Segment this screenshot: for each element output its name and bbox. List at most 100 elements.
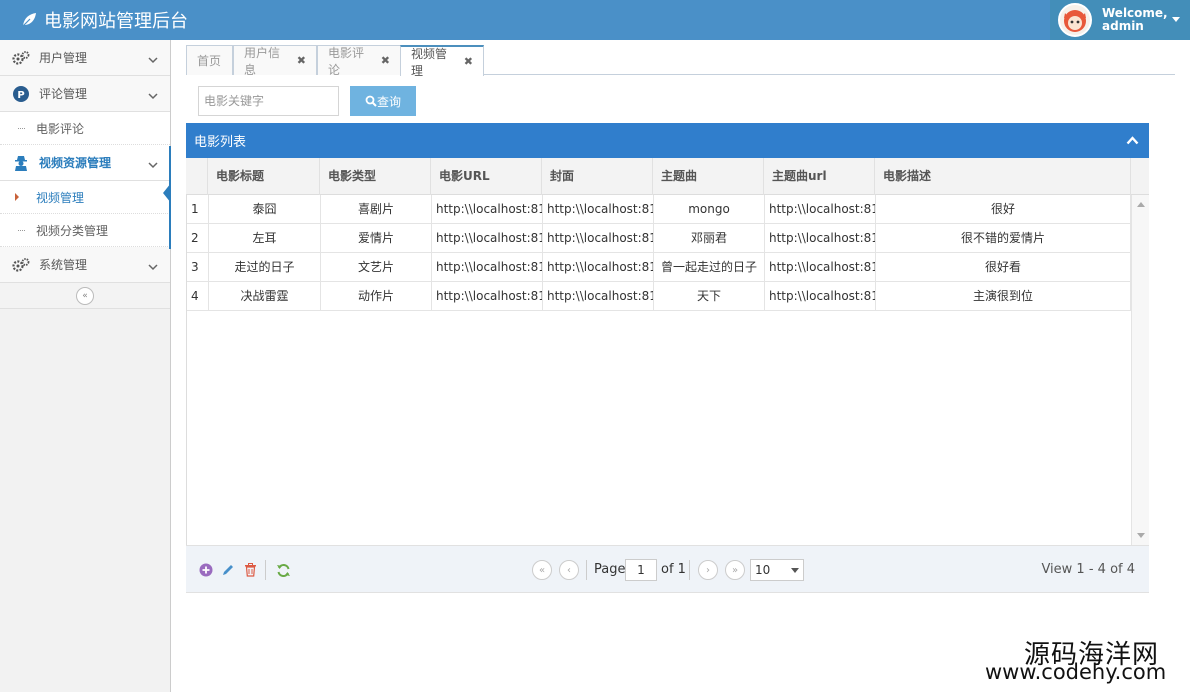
brand[interactable]: 电影网站管理后台 [20,0,188,40]
user-secret-icon [12,155,30,171]
prev-page-icon[interactable]: ‹ [559,560,579,580]
close-icon[interactable]: ✖ [297,54,306,67]
grid-header: 电影标题 电影类型 电影URL 封面 主题曲 主题曲url 电影描述 [186,158,1149,195]
scroll-down-icon[interactable] [1137,533,1145,538]
column-header[interactable]: 电影URL [431,158,542,195]
last-page-icon[interactable]: » [725,560,745,580]
sidebar-group-label: 用户管理 [39,51,88,65]
table-row[interactable]: 2 左耳 爱情片 http:\\localhost:8181 http:\\lo… [187,224,1131,253]
cell-type: 文艺片 [321,253,432,282]
close-icon[interactable]: ✖ [464,55,473,68]
column-header[interactable]: 电影描述 [875,158,1131,195]
cell-url: http:\\localhost:8181 [432,195,543,224]
cell-song-url: http:\\localhost:8181 [765,253,876,282]
column-header[interactable]: 电影类型 [320,158,431,195]
sidebar-item-video-category-management[interactable]: 视频分类管理 [0,214,170,247]
table-row[interactable]: 3 走过的日子 文艺片 http:\\localhost:8181 http:\… [187,253,1131,282]
tab-home[interactable]: 首页 [186,45,233,75]
row-number-header [186,158,208,195]
sidebar-item-label: 电影评论 [36,121,85,136]
cell-title: 泰囧 [209,195,321,224]
cell-song-url: http:\\localhost:8181 [765,224,876,253]
cell-description: 主演很到位 [876,282,1131,311]
refresh-icon[interactable] [275,562,291,578]
page-size-select[interactable]: 10 [750,559,804,581]
cell-url: http:\\localhost:8181 [432,224,543,253]
sidebar-group-system-management[interactable]: 系统管理 [0,247,170,283]
double-angle-left-icon[interactable]: « [76,286,94,305]
chevron-down-icon [148,158,158,172]
chevron-up-icon[interactable] [1126,134,1139,149]
watermark-url: www.codehy.com [985,660,1167,684]
user-menu[interactable]: Welcome, admin [1050,0,1190,40]
first-page-icon[interactable]: « [532,560,552,580]
sidebar-group-label: 视频资源管理 [39,156,112,170]
cell-song: 曾一起走过的日子 [654,253,765,282]
column-header[interactable]: 主题曲 [653,158,764,195]
row-number: 3 [187,253,209,282]
sidebar-item-video-management[interactable]: 视频管理 [0,181,170,214]
app-title: 电影网站管理后台 [44,11,188,32]
cell-description: 很不错的爱情片 [876,224,1131,253]
cell-description: 很好看 [876,253,1131,282]
search-input[interactable] [198,86,339,116]
cell-cover: http:\\localhost:8181 [543,195,654,224]
chevron-down-icon [148,89,158,103]
cell-title: 决战雷霆 [209,282,321,311]
tab-user-info[interactable]: 用户信息 ✖ [233,45,317,77]
cell-title: 左耳 [209,224,321,253]
add-icon[interactable] [198,562,214,578]
sidebar-group-video-resources[interactable]: 视频资源管理 [0,145,170,181]
scroll-up-icon[interactable] [1137,202,1145,207]
column-header[interactable]: 电影标题 [208,158,320,195]
p-circle-icon: P [12,85,30,102]
cell-url: http:\\localhost:8181 [432,253,543,282]
sidebar-collapse-row: « [0,283,170,309]
tab-video-management[interactable]: 视频管理 ✖ [400,45,484,78]
search-button[interactable]: 查询 [350,86,416,116]
next-page-icon[interactable]: › [698,560,718,580]
column-header[interactable]: 封面 [542,158,653,195]
vertical-scrollbar[interactable] [1131,195,1149,545]
sidebar-group-label: 评论管理 [39,87,88,101]
close-icon[interactable]: ✖ [381,54,390,67]
grid-title: 电影列表 [194,135,247,150]
cell-title: 走过的日子 [209,253,321,282]
grid-caption: 电影列表 [186,123,1149,158]
cell-description: 很好 [876,195,1131,224]
tab-bar: 首页 用户信息 ✖ 电影评论 ✖ 视频管理 ✖ [186,45,1175,78]
table-row[interactable]: 1 泰囧 喜剧片 http:\\localhost:8181 http:\\lo… [187,195,1131,224]
caret-down-icon[interactable] [1172,17,1180,22]
table-row[interactable]: 4 决战雷霆 动作片 http:\\localhost:8181 http:\\… [187,282,1131,311]
column-header[interactable]: 主题曲url [764,158,875,195]
page-label: Page [594,562,626,577]
tab-label: 电影评论 [328,45,365,77]
toolbar-divider [265,560,266,580]
page-total-label: of 1 [661,562,686,577]
page-size-value: 10 [755,563,771,577]
cell-song: 邓丽君 [654,224,765,253]
caret-down-icon [791,568,799,573]
pager-divider [586,560,587,580]
sidebar-group-comment-management[interactable]: P 评论管理 [0,76,170,112]
cell-song: 天下 [654,282,765,311]
page-number-input[interactable] [625,559,657,581]
tab-label: 首页 [197,54,222,68]
search-icon [365,95,377,107]
trash-icon[interactable] [242,562,258,578]
gears-icon [12,257,30,273]
search-button-label: 查询 [376,94,401,109]
pager-divider [689,560,690,580]
sidebar-item-movie-comments[interactable]: 电影评论 [0,112,170,145]
welcome-text: Welcome, admin [1102,7,1168,33]
tab-movie-comments[interactable]: 电影评论 ✖ [317,45,401,77]
sidebar-group-label: 系统管理 [39,258,88,272]
sidebar-item-label: 视频分类管理 [36,223,109,238]
sidebar-group-user-management[interactable]: 用户管理 [0,40,170,76]
cell-url: http:\\localhost:8181 [432,282,543,311]
tab-label: 视频管理 [411,46,448,78]
grid-body: 1 泰囧 喜剧片 http:\\localhost:8181 http:\\lo… [186,195,1149,545]
tab-label: 用户信息 [244,45,281,77]
edit-icon[interactable] [220,562,236,578]
cell-song: mongo [654,195,765,224]
